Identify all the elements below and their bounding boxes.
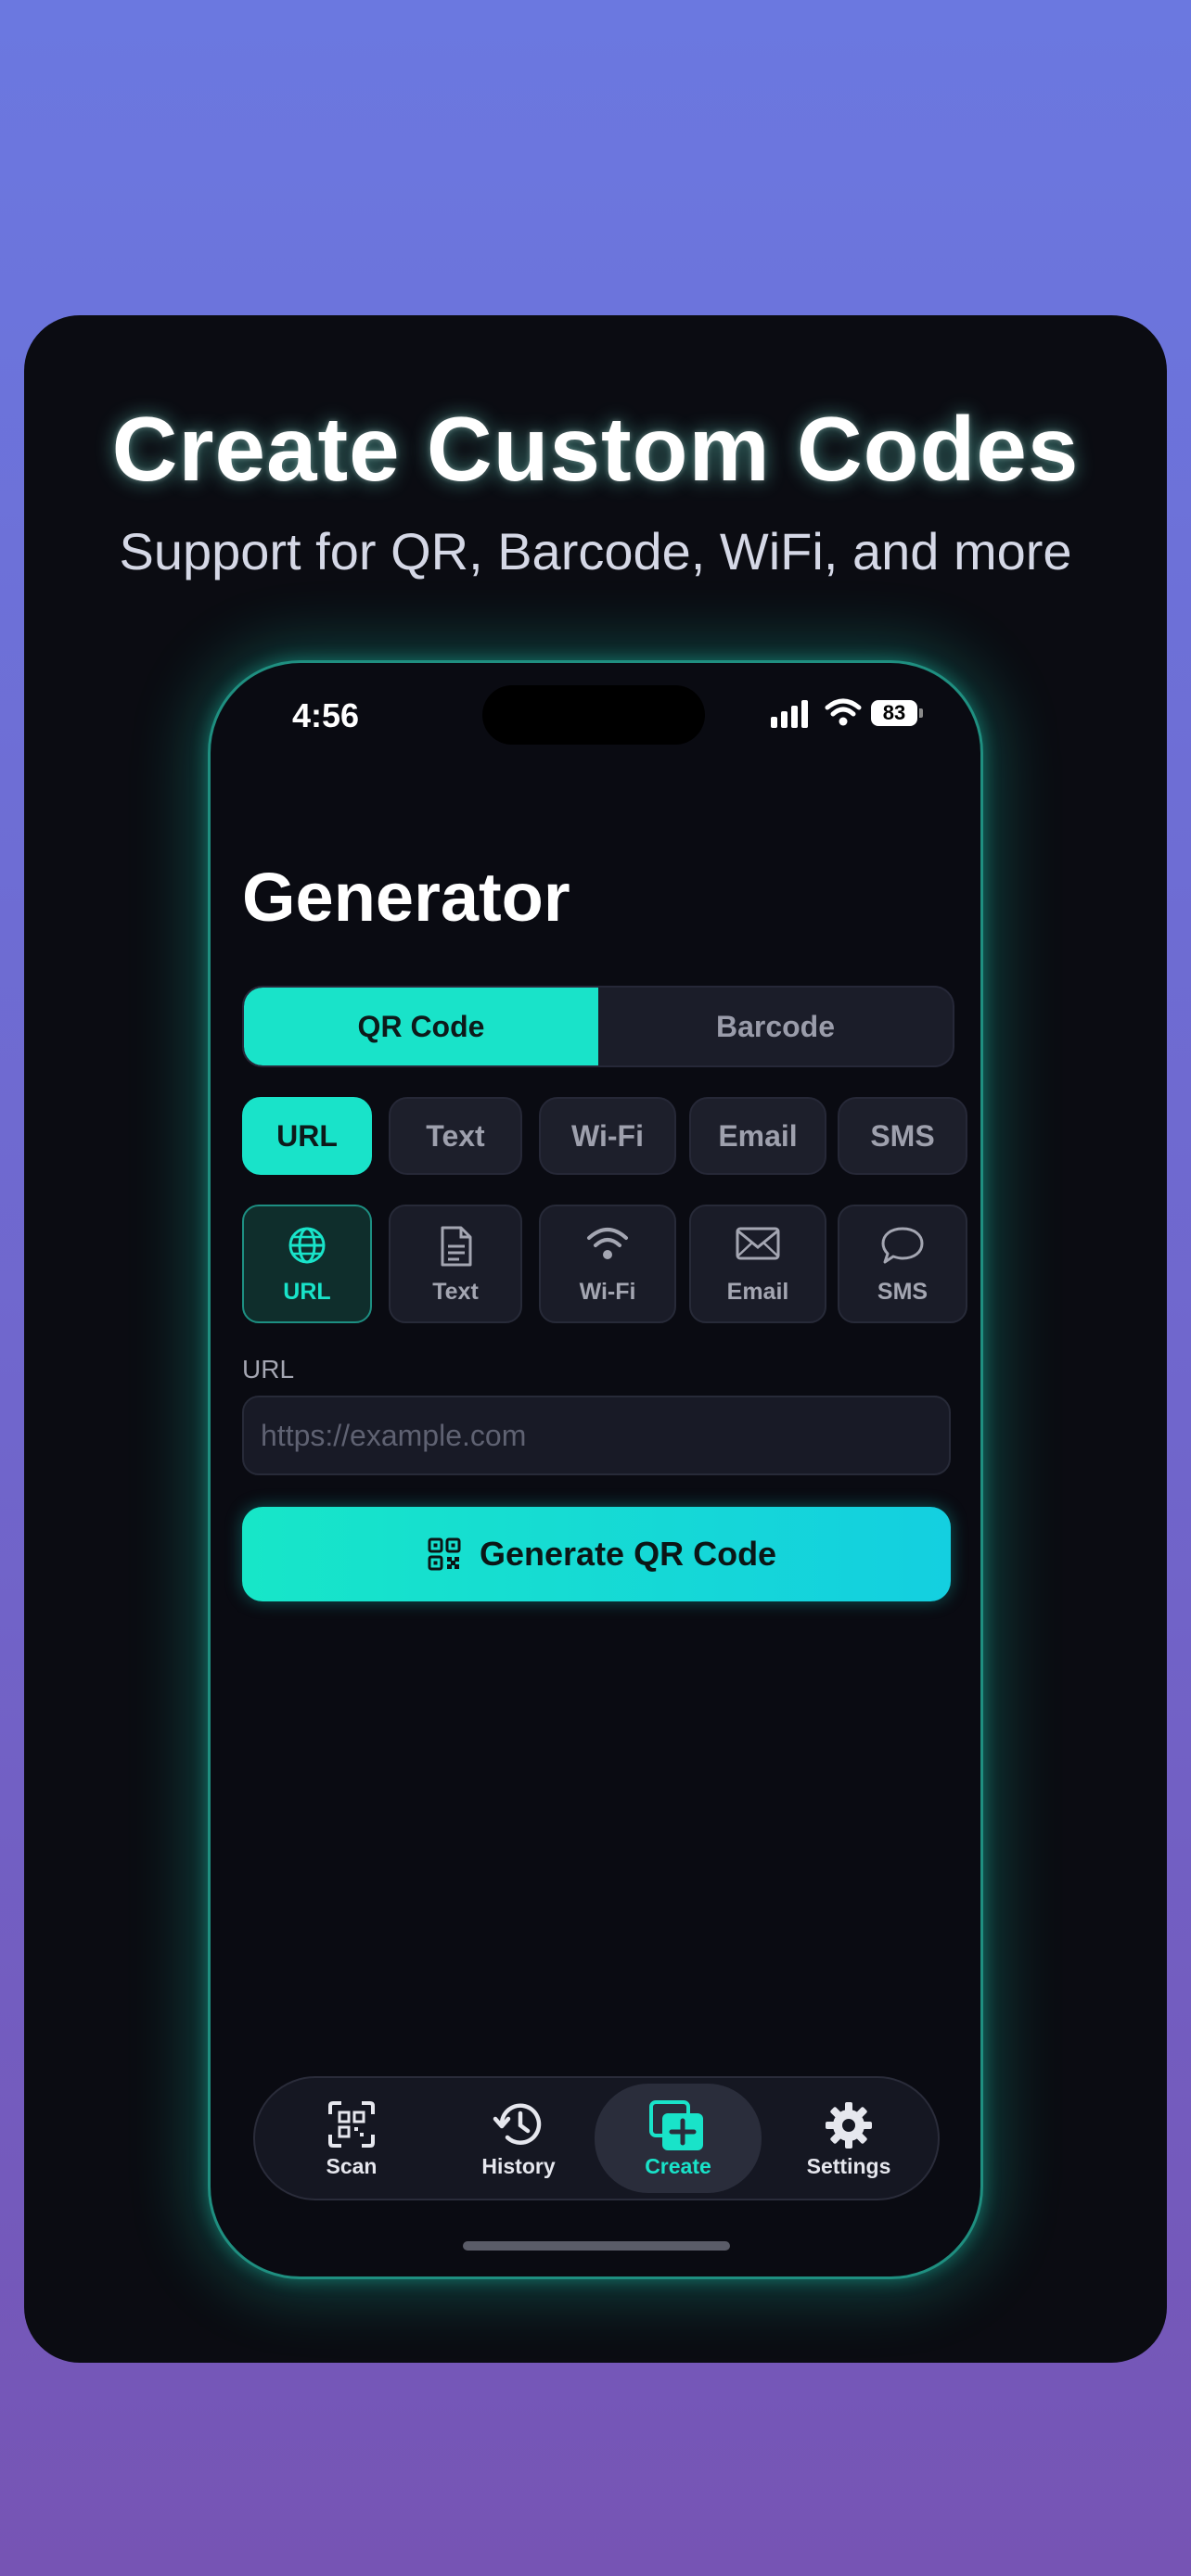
home-indicator: [463, 2241, 730, 2251]
status-time: 4:56: [292, 696, 360, 734]
phone-frame: 4:56 83 Generator QR Code Barcode URL Te…: [208, 660, 983, 2279]
tile-text[interactable]: Text: [389, 1205, 522, 1323]
gear-icon: [826, 2102, 872, 2149]
promo-subline: Support for QR, Barcode, WiFi, and more: [119, 522, 1072, 580]
code-type-segmented-control: QR Code Barcode: [242, 986, 954, 1067]
segment-qr-code[interactable]: QR Code: [244, 988, 598, 1065]
segment-barcode[interactable]: Barcode: [598, 988, 953, 1065]
tab-settings[interactable]: Settings: [765, 2078, 932, 2199]
tile-label: Email: [726, 1279, 789, 1305]
url-field-label: URL: [242, 1355, 295, 1384]
chip-sms[interactable]: SMS: [838, 1097, 967, 1175]
generate-button-label: Generate QR Code: [480, 1535, 777, 1573]
tile-url[interactable]: URL: [242, 1205, 372, 1323]
tab-label: History: [481, 2154, 556, 2178]
tab-label: Settings: [806, 2154, 891, 2178]
battery-tip: [919, 708, 923, 718]
wifi-status-icon: [825, 698, 862, 726]
chip-email[interactable]: Email: [689, 1097, 826, 1175]
document-icon: [441, 1226, 472, 1267]
battery-icon: 83: [871, 700, 917, 726]
page-title: Generator: [242, 859, 570, 936]
chip-url[interactable]: URL: [242, 1097, 372, 1175]
tile-label: SMS: [877, 1279, 928, 1305]
create-plus-icon: [649, 2100, 703, 2150]
tile-label: Text: [432, 1279, 479, 1305]
envelope-icon: [736, 1227, 780, 1260]
tab-history[interactable]: History: [435, 2078, 602, 2199]
tab-label: Create: [645, 2154, 711, 2178]
tile-sms[interactable]: SMS: [838, 1205, 967, 1323]
url-input[interactable]: [242, 1396, 951, 1475]
qr-code-icon: [428, 1537, 461, 1571]
tab-create[interactable]: Create: [595, 2084, 762, 2193]
chip-wifi[interactable]: Wi-Fi: [539, 1097, 676, 1175]
tab-label: Scan: [326, 2154, 378, 2178]
promo-card: Create Custom Codes Support for QR, Barc…: [24, 315, 1167, 2363]
tile-label: Wi-Fi: [579, 1279, 636, 1305]
chip-text[interactable]: Text: [389, 1097, 522, 1175]
status-icons: 83: [771, 696, 928, 733]
history-clock-icon: [493, 2103, 542, 2145]
tab-bar: Scan History Create Settings: [253, 2076, 940, 2200]
tile-wifi[interactable]: Wi-Fi: [539, 1205, 676, 1323]
dynamic-island: [482, 685, 705, 745]
signal-icon: [771, 698, 812, 728]
tab-scan[interactable]: Scan: [268, 2078, 435, 2199]
promo-headline: Create Custom Codes: [111, 398, 1080, 500]
scan-qr-icon: [328, 2101, 375, 2148]
generate-qr-button[interactable]: Generate QR Code: [242, 1507, 951, 1601]
tile-label: URL: [283, 1279, 331, 1305]
globe-icon: [288, 1227, 326, 1264]
wifi-icon: [587, 1228, 628, 1259]
tile-email[interactable]: Email: [689, 1205, 826, 1323]
message-bubble-icon: [881, 1227, 924, 1264]
